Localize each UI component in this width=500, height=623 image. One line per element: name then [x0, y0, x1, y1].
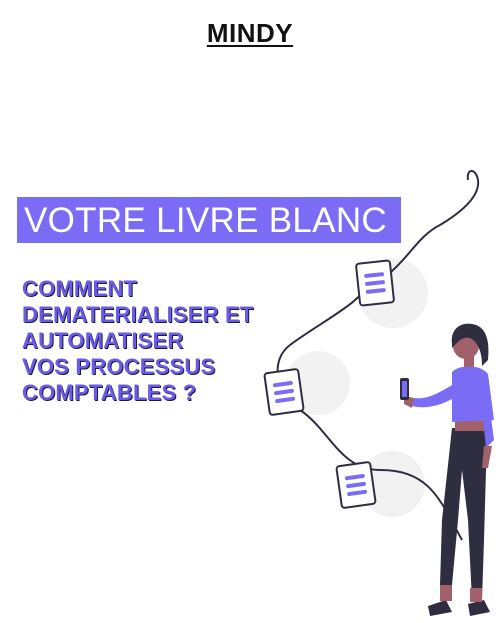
- subtitle: COMMENT DEMATERIALISER ET AUTOMATISER VO…: [22, 276, 292, 406]
- banner-title: VOTRE LIVRE BLANC: [24, 201, 387, 240]
- document-icon: [355, 259, 395, 307]
- subtitle-line: COMPTABLES ?: [22, 380, 197, 405]
- subtitle-line: COMMENT: [22, 276, 138, 301]
- subtitle-line: AUTOMATISER: [22, 328, 184, 353]
- subtitle-line: DEMATERIALISER ET: [22, 302, 254, 327]
- subtitle-line: VOS PROCESSUS: [22, 354, 216, 379]
- document-icon: [335, 461, 377, 509]
